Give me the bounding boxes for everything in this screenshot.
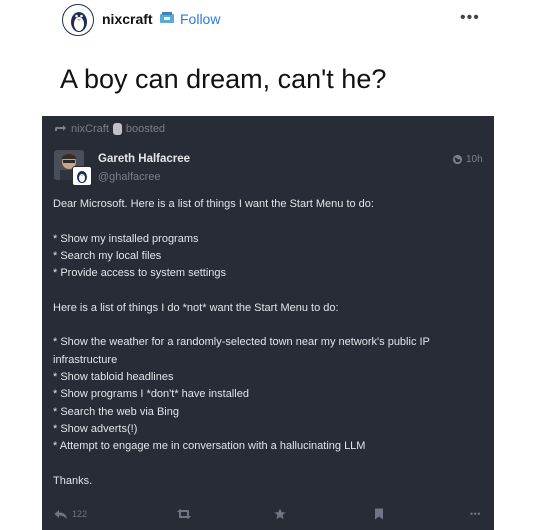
ellipsis-icon: ••• [470, 509, 481, 519]
action-bar: 122 ••• [42, 504, 494, 524]
ellipsis-icon[interactable]: ••• [460, 9, 480, 27]
blog-avatar[interactable] [62, 4, 94, 36]
boost-line: nixCraft boosted [54, 123, 165, 135]
list-item: * Show my installed programs [53, 232, 199, 245]
not-intro-text: Here is a list of things I do *not* want… [53, 301, 339, 314]
intro-text: Dear Microsoft. Here is a list of things… [53, 198, 374, 210]
blog-username[interactable]: nixcraft [102, 11, 153, 27]
list-item: * Show programs I *don't* have installed [53, 388, 249, 401]
boost-verb: boosted [125, 123, 166, 135]
tux-penguin-icon [71, 12, 87, 32]
boost-button[interactable] [176, 504, 192, 524]
booster-name[interactable]: nixCraft [71, 123, 109, 135]
list-item: * Attempt to engage me in conversation w… [53, 440, 366, 453]
post-body: Dear Microsoft. Here is a list of things… [53, 196, 485, 490]
post-header: nixcraft Follow ••• [0, 0, 540, 44]
list-item: * Provide access to system settings [53, 267, 227, 280]
star-icon [274, 508, 286, 520]
mastodon-post-card: nixCraft boosted Gareth Halfacree @ghalf… [42, 116, 494, 530]
list-item: * Search my local files [53, 249, 162, 262]
boost-icon [55, 125, 66, 131]
more-options-button[interactable]: ••• [470, 504, 481, 524]
list-item: * Show the weather for a randomly-select… [53, 336, 430, 366]
author-name[interactable]: Gareth Halfacree [98, 153, 190, 165]
list-item: * Show adverts(!) [53, 422, 138, 435]
author-handle[interactable]: @ghalfacree [98, 171, 161, 183]
tumblr-badge-icon [158, 9, 176, 27]
reply-icon [54, 509, 67, 519]
list-item: * Search the web via Bing [53, 405, 179, 418]
follow-button[interactable]: Follow [180, 11, 220, 27]
boost-icon [177, 509, 191, 519]
bookmark-icon [375, 508, 383, 520]
favourite-button[interactable] [274, 504, 286, 524]
time-label: 10h [466, 154, 483, 165]
reply-count: 122 [72, 509, 88, 519]
post-title: A boy can dream, can't he? [60, 64, 387, 94]
globe-icon [452, 154, 463, 165]
booster-avatar [112, 123, 122, 135]
closing-text: Thanks. [53, 474, 93, 487]
reply-button[interactable]: 122 [54, 504, 87, 524]
post-time[interactable]: 10h [452, 154, 483, 165]
list-item: * Show tabloid headlines [53, 370, 174, 383]
bookmark-button[interactable] [374, 504, 384, 524]
booster-avatar-small [72, 166, 92, 186]
